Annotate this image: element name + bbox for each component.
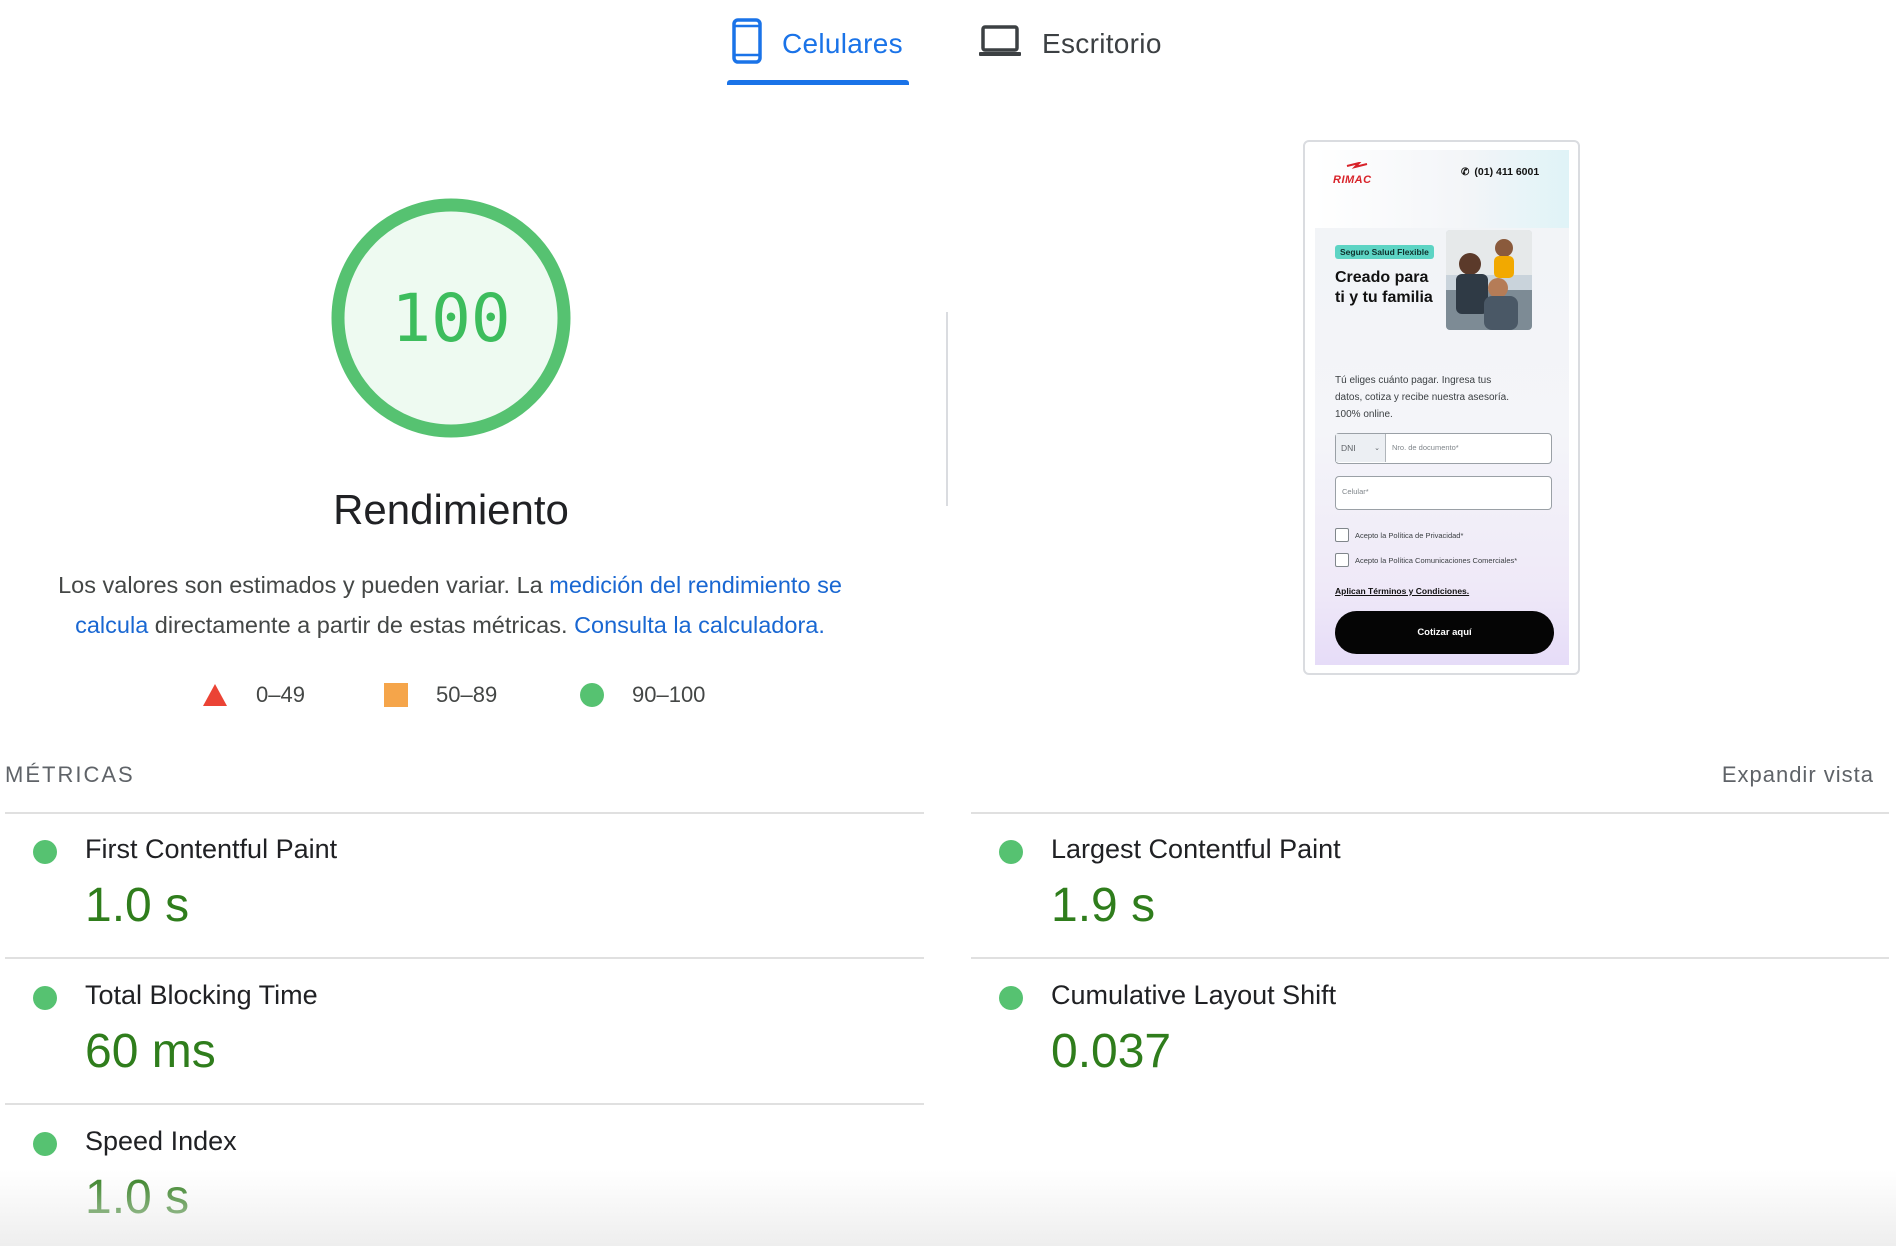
thumb-terms: Aplican Términos y Condiciones. [1335,586,1470,596]
thumb-doc-placeholder: Nro. de documento* [1392,443,1459,452]
tab-desktop[interactable]: Escritorio [978,14,1162,74]
thumb-headline-line1: Creado para [1335,269,1429,286]
triangle-icon [203,684,227,706]
pass-circle-icon [33,986,57,1010]
pass-circle-icon [999,840,1023,864]
pass-circle-icon [999,986,1023,1010]
legend-pass-label: 90–100 [632,682,706,707]
metric-value: 1.9 s [1051,879,1156,932]
metric-name: Cumulative Layout Shift [1051,980,1337,1010]
thumb-headline: Creado para ti y tu familia [1335,268,1433,308]
legend-average-label: 50–89 [436,682,498,707]
tab-mobile[interactable]: Celulares [732,14,903,74]
metric-name: Largest Contentful Paint [1051,834,1341,864]
rimac-logo-text: RIMAC [1333,174,1372,186]
description-text-2: directamente a partir de estas métricas. [148,612,575,638]
legend-fail-label: 0–49 [256,682,305,707]
metric-value: 1.0 s [85,879,190,932]
metric-name: Total Blocking Time [85,980,318,1010]
active-tab-indicator [727,80,909,85]
legend-pass: 90–100 [580,682,705,708]
legend-fail: 0–49 [202,682,305,708]
square-icon [384,683,408,707]
checkbox-icon [1335,528,1349,542]
metric-name: Speed Index [85,1126,237,1156]
page-screenshot-thumbnail: RIMAC ✆ (01) 411 6001 Seguro Salud Flexi… [1303,140,1580,675]
expand-view-button[interactable]: Expandir vista [1722,762,1874,788]
metric-value: 1.0 s [85,1171,190,1224]
metric-first-contentful-paint: First Contentful Paint 1.0 s [5,812,765,952]
thumb-checkbox-privacy: Acepto la Política de Privacidad* [1335,528,1463,542]
metric-speed-index: Speed Index 1.0 s [5,1104,765,1244]
thumb-phone-placeholder: Celular* [1342,487,1369,496]
metric-value: 0.037 [1051,1025,1172,1078]
thumb-check2-label: Acepto la Política Comunicaciones Comerc… [1355,555,1518,565]
thumb-phone: ✆ (01) 411 6001 [1461,166,1539,178]
smartphone-icon [732,17,762,71]
thumb-document-field: DNI ⌄ Nro. de documento* [1335,433,1552,464]
metric-cumulative-layout-shift: Cumulative Layout Shift 0.037 [971,958,1731,1098]
vertical-divider [946,312,948,506]
performance-score: 100 [391,279,511,357]
legend-average: 50–89 [384,682,497,708]
metric-largest-contentful-paint: Largest Contentful Paint 1.9 s [971,812,1731,952]
laptop-icon [978,24,1022,65]
metrics-heading: MÉTRICAS [5,762,135,787]
thumb-body: Tú eliges cuánto pagar. Ingresa tus dato… [1335,372,1509,423]
circle-icon [580,683,604,707]
thumb-check1-label: Acepto la Política de Privacidad* [1355,530,1464,540]
tab-mobile-label: Celulares [782,28,903,59]
thumb-phone-field: Celular* [1335,476,1552,510]
family-photo [1446,230,1532,330]
thumb-phone-number: (01) 411 6001 [1474,166,1540,178]
thumb-checkbox-comms: Acepto la Política Comunicaciones Comerc… [1335,553,1517,567]
metric-total-blocking-time: Total Blocking Time 60 ms [5,958,765,1098]
description-text: Los valores son estimados y pueden varia… [58,572,550,598]
screenshot-content: RIMAC ✆ (01) 411 6001 Seguro Salud Flexi… [1315,150,1569,665]
pass-circle-icon [33,840,57,864]
thumb-badge: Seguro Salud Flexible [1335,245,1434,259]
thumb-headline-line2: ti y tu familia [1335,289,1433,306]
metric-name: First Contentful Paint [85,834,338,864]
thumb-doc-type: DNI [1341,443,1356,453]
chevron-down-icon: ⌄ [1374,445,1380,452]
phone-icon: ✆ [1461,166,1470,178]
thumb-doc-type-select: DNI ⌄ [1336,434,1386,462]
gauge-title: Rendimiento [333,486,569,533]
pass-circle-icon [33,1132,57,1156]
thumb-body-line3: 100% online. [1335,409,1393,420]
thumb-cta-button: Cotizar aquí [1335,611,1554,654]
checkbox-icon [1335,553,1349,567]
thumb-body-line1: Tú eliges cuánto pagar. Ingresa tus [1335,375,1492,386]
score-description: Los valores son estimados y pueden varia… [40,565,860,645]
thumb-body-line2: datos, cotiza y recibe nuestra asesoría. [1335,392,1509,403]
tab-desktop-label: Escritorio [1042,28,1162,59]
calculator-link[interactable]: Consulta la calculadora. [574,612,825,638]
metric-value: 60 ms [85,1025,216,1078]
